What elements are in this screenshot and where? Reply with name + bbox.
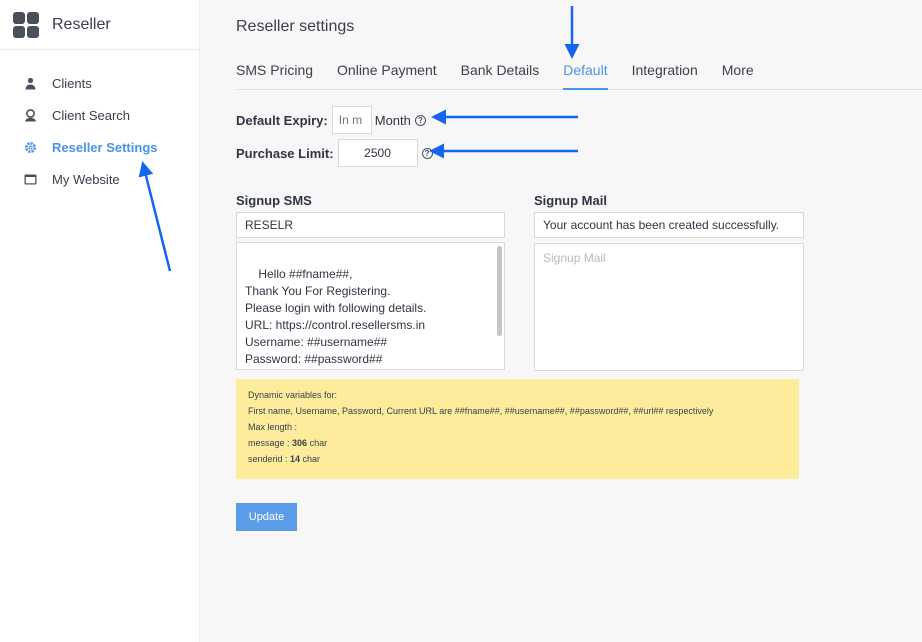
apps-grid-icon <box>13 11 39 38</box>
tab-integration[interactable]: Integration <box>632 60 698 90</box>
sidebar-item-clients[interactable]: Clients <box>0 67 199 99</box>
message-length-unit: char <box>307 438 328 448</box>
tab-online-payment[interactable]: Online Payment <box>337 60 437 90</box>
dynamic-variables-notice: Dynamic variables for: First name, Usern… <box>236 379 799 479</box>
sidebar-item-label: My Website <box>52 171 120 187</box>
signup-mail-title: Signup Mail <box>534 193 607 208</box>
help-icon[interactable]: ? <box>421 147 433 159</box>
sidebar-item-reseller-settings[interactable]: Reseller Settings <box>0 131 199 163</box>
signup-mail-subject-input[interactable]: Your account has been created successful… <box>534 212 804 238</box>
message-length-label: message : <box>248 438 293 448</box>
signup-sms-sender-input[interactable]: RESELR <box>236 212 505 238</box>
gear-icon <box>23 140 37 154</box>
purchase-limit-input[interactable] <box>337 139 418 167</box>
tab-more[interactable]: More <box>722 60 754 90</box>
settings-tabs: SMS Pricing Online Payment Bank Details … <box>236 60 922 90</box>
signup-sms-message-textarea[interactable]: Hello ##fname##, Thank You For Registeri… <box>236 242 505 370</box>
default-expiry-input[interactable] <box>331 106 372 134</box>
default-expiry-label: Default Expiry: <box>236 112 328 128</box>
signup-sms-title: Signup SMS <box>236 193 312 208</box>
main-content: Reseller settings SMS Pricing Online Pay… <box>201 0 922 642</box>
senderid-length-value: 14 <box>290 454 301 464</box>
sidebar: Reseller Clients Client Search Reseller … <box>0 0 200 642</box>
default-expiry-row: Default Expiry: Month ? <box>236 106 426 134</box>
message-length-value: 306 <box>292 438 308 448</box>
sidebar-item-my-website[interactable]: My Website <box>0 163 199 195</box>
senderid-length-unit: char <box>300 454 321 464</box>
notice-message-length: message : 306 char <box>248 435 787 451</box>
users-icon <box>23 76 37 90</box>
notice-line: First name, Username, Password, Current … <box>248 406 714 416</box>
tab-default[interactable]: Default <box>563 60 608 90</box>
expiry-unit-label: Month <box>374 112 411 128</box>
purchase-limit-row: Purchase Limit: ? <box>236 139 433 167</box>
textarea-scrollbar[interactable] <box>497 246 502 336</box>
help-icon[interactable]: ? <box>414 114 426 126</box>
sidebar-item-client-search[interactable]: Client Search <box>0 99 199 131</box>
notice-senderid-length: senderid : 14 char <box>248 451 787 467</box>
purchase-limit-label: Purchase Limit: <box>236 145 334 161</box>
sidebar-nav: Clients Client Search Reseller Settings … <box>0 50 199 195</box>
notice-line: Dynamic variables for: <box>248 390 338 400</box>
brand: Reseller <box>0 0 199 50</box>
sidebar-item-label: Reseller Settings <box>52 139 158 155</box>
notice-line: Max length : <box>248 422 298 432</box>
page-title: Reseller settings <box>236 18 355 35</box>
senderid-length-label: senderid : <box>248 454 291 464</box>
brand-title: Reseller <box>52 15 111 33</box>
signup-mail-body-textarea[interactable]: Signup Mail <box>534 243 804 371</box>
signup-sms-message-text: Hello ##fname##, Thank You For Registeri… <box>245 267 427 366</box>
tab-sms-pricing[interactable]: SMS Pricing <box>236 60 313 90</box>
browser-window-icon <box>23 172 37 186</box>
tab-bank-details[interactable]: Bank Details <box>461 60 540 90</box>
update-button[interactable]: Update <box>236 503 297 531</box>
sidebar-item-label: Clients <box>52 75 92 91</box>
user-search-icon <box>23 108 37 122</box>
sidebar-item-label: Client Search <box>52 107 131 123</box>
